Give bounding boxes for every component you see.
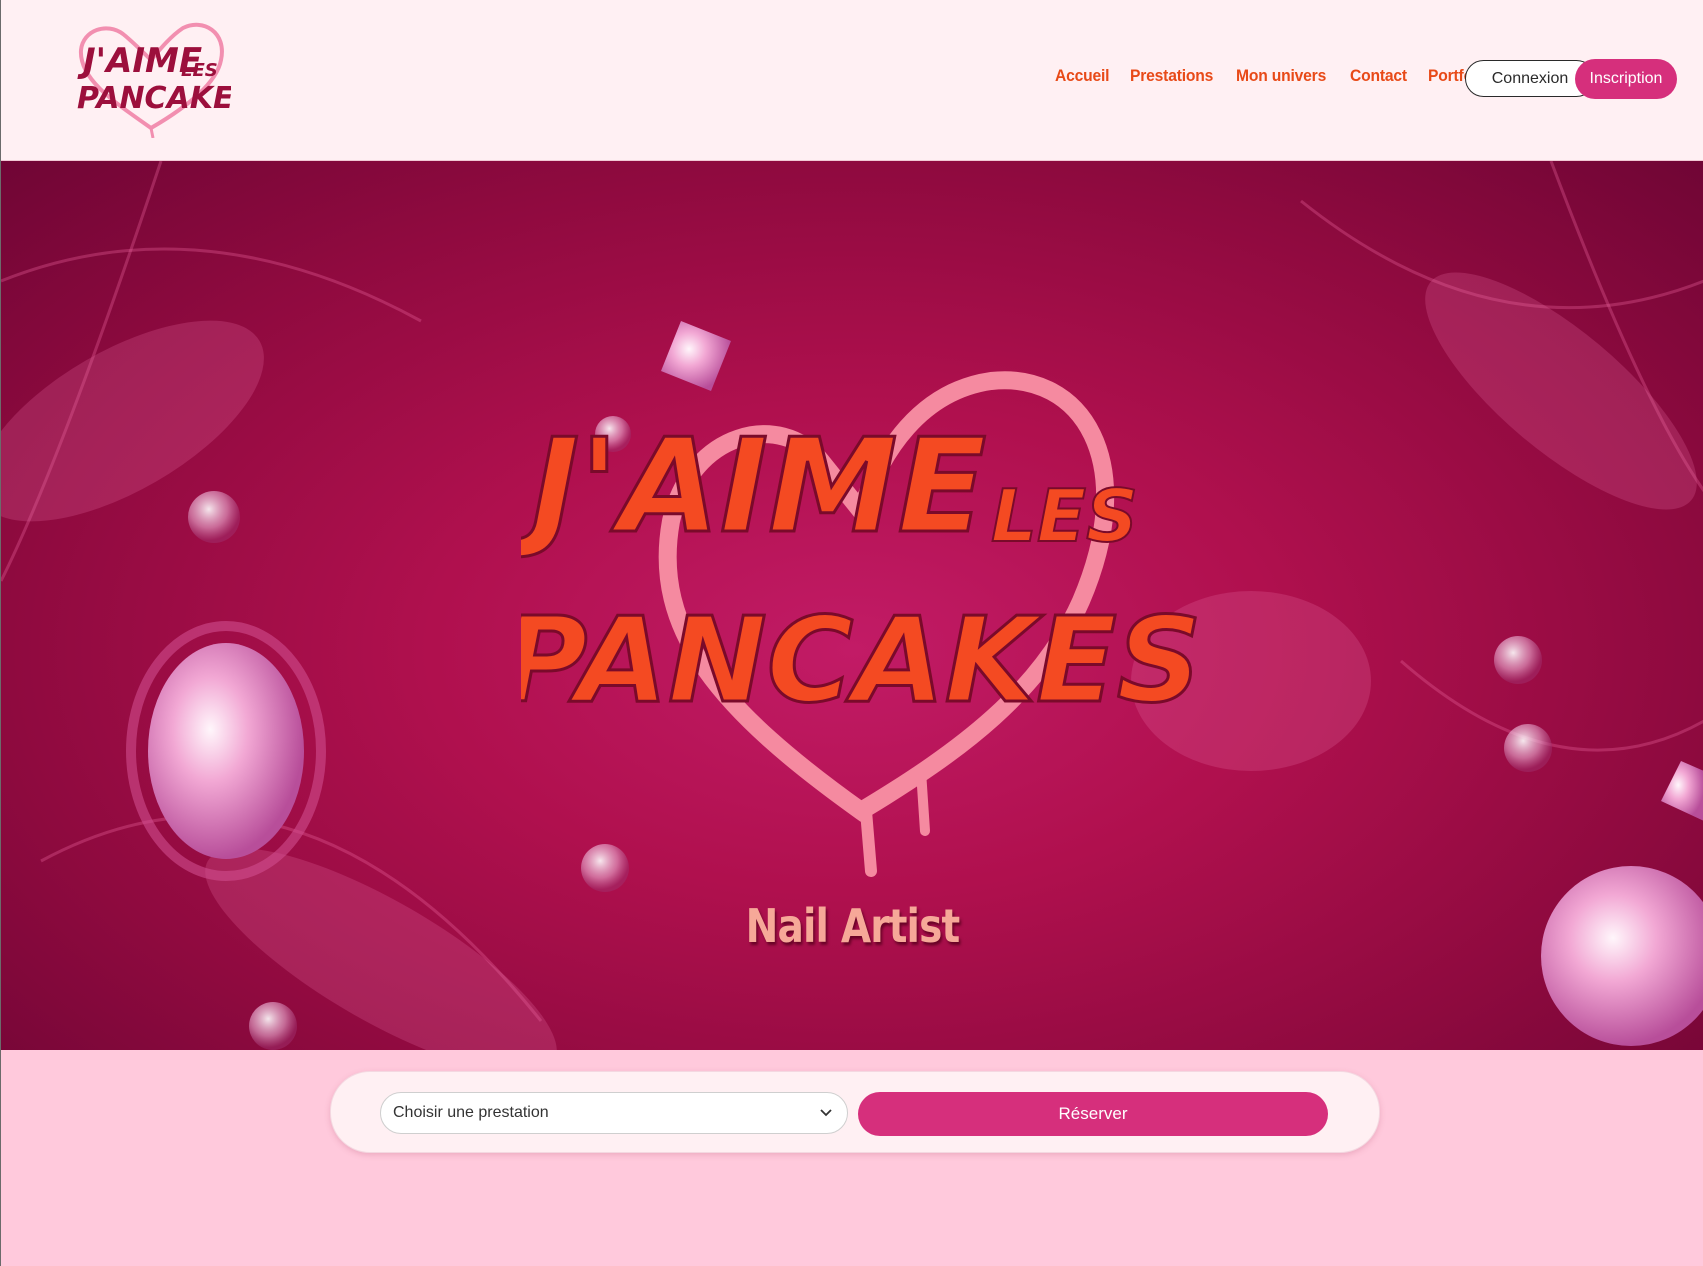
nav-accueil[interactable]: Accueil	[1055, 66, 1110, 86]
logo-text-2: PANCAKES	[77, 81, 231, 116]
hero-subtitle: Nail Artist	[745, 899, 961, 953]
nav-contact[interactable]: Contact	[1350, 66, 1407, 86]
gem-left	[148, 643, 304, 859]
hero-logo-text-2: PANCAKES	[521, 591, 1201, 729]
booking-bar: Choisir une prestation Réserver	[330, 1071, 1380, 1153]
chevron-down-icon	[820, 1109, 832, 1117]
hero-brand-logo: J'AIME LES PANCAKES	[521, 371, 1201, 877]
site-header: J'AIME LES PANCAKES Accueil Prestations …	[1, 0, 1703, 161]
service-select[interactable]: Choisir une prestation	[380, 1092, 848, 1134]
brand-logo[interactable]: J'AIME LES PANCAKES	[71, 20, 231, 138]
service-select-value: Choisir une prestation	[393, 1104, 549, 1121]
signup-button[interactable]: Inscription	[1575, 59, 1677, 99]
logo-text-small: LES	[181, 60, 218, 81]
nav-mon-univers[interactable]: Mon univers	[1236, 66, 1326, 86]
main-nav: Accueil Prestations Mon univers Contact …	[1055, 66, 1496, 86]
hero-banner: J'AIME LES PANCAKES Nail Artist	[1, 161, 1703, 1050]
hero-logo-text-1: J'AIME	[521, 410, 986, 562]
reserve-button[interactable]: Réserver	[858, 1092, 1328, 1136]
hero-logo-text-small: LES	[991, 474, 1138, 558]
nav-prestations[interactable]: Prestations	[1130, 66, 1213, 86]
